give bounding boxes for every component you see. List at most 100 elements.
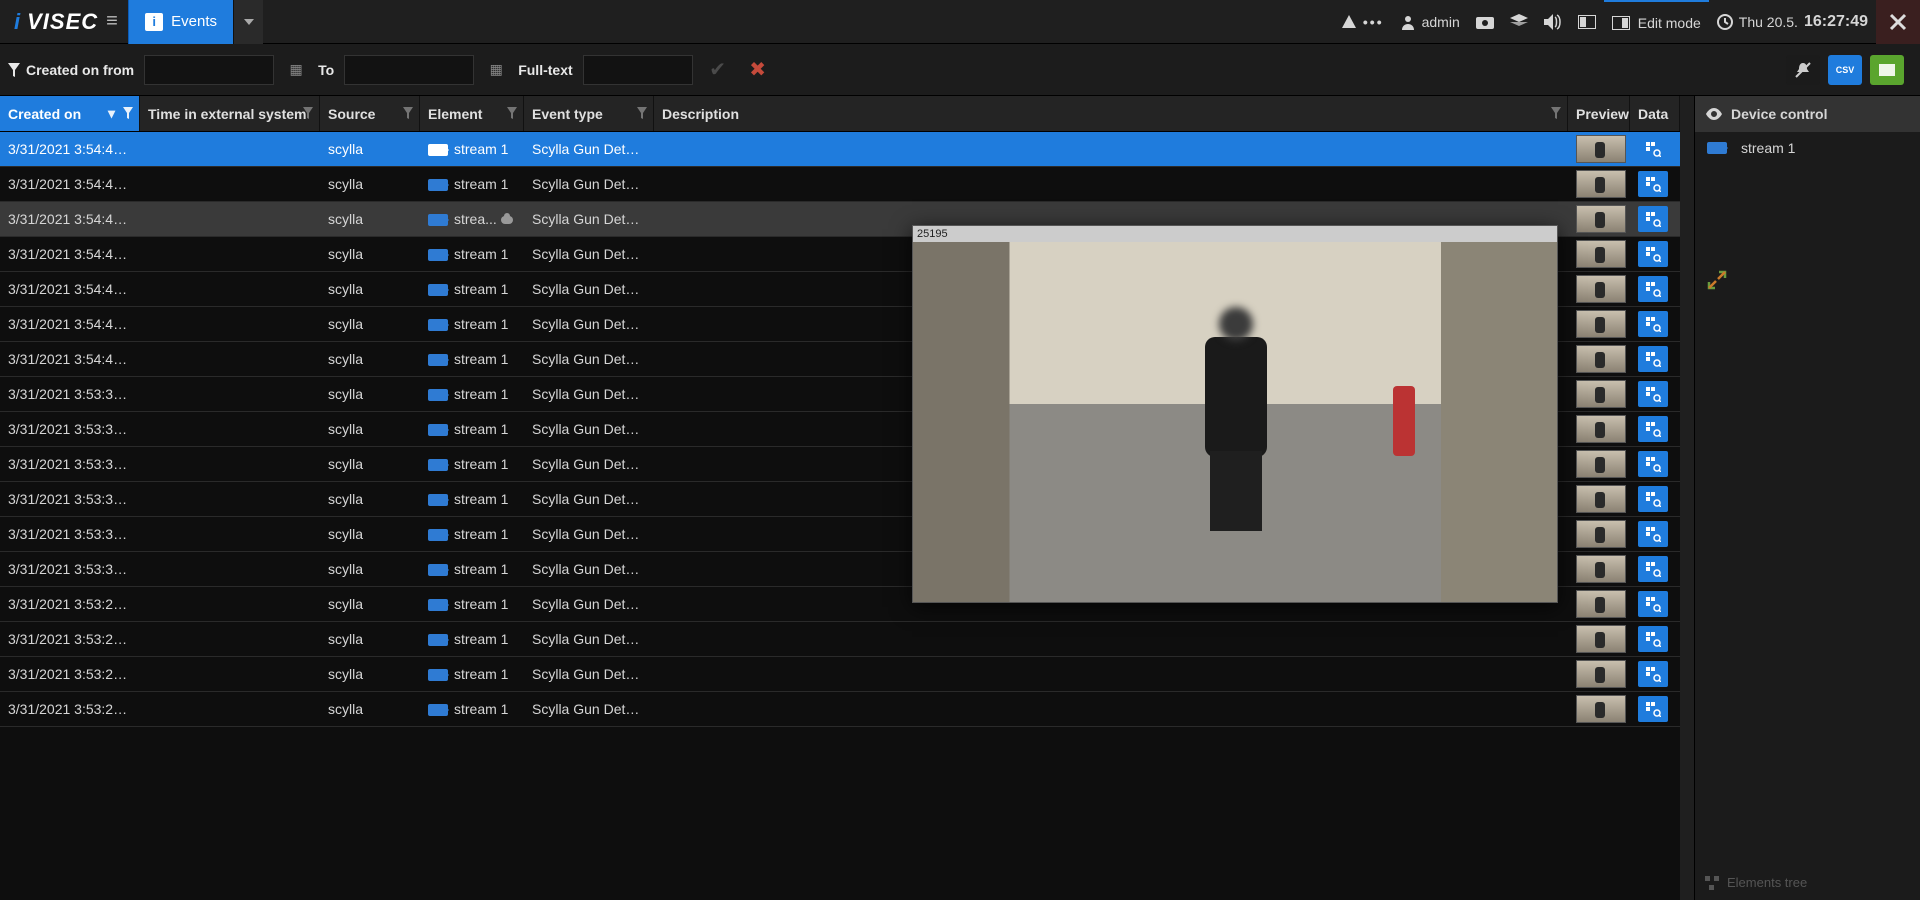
cell-preview[interactable] xyxy=(1568,275,1630,303)
cell-source: scylla xyxy=(320,561,420,577)
filter-icon[interactable] xyxy=(403,106,413,122)
cell-created: 3/31/2021 3:53:31 PM xyxy=(0,491,140,507)
col-created[interactable]: Created on ▾ xyxy=(0,96,140,131)
close-button[interactable] xyxy=(1876,0,1920,44)
data-icon xyxy=(1638,626,1668,652)
cell-event-type: Scylla Gun Detection xyxy=(524,596,654,612)
col-description[interactable]: Description xyxy=(654,96,1568,131)
cell-preview[interactable] xyxy=(1568,345,1630,373)
table-row[interactable]: 3/31/2021 3:53:27 PMscyllastream 1Scylla… xyxy=(0,657,1680,692)
fire-extinguisher xyxy=(1393,386,1415,456)
col-event-type[interactable]: Event type xyxy=(524,96,654,131)
cell-created: 3/31/2021 3:53:25 PM xyxy=(0,701,140,717)
cell-element: stream 1 xyxy=(420,456,524,472)
cell-created: 3/31/2021 3:53:33 PM xyxy=(0,421,140,437)
to-input[interactable] xyxy=(344,55,474,85)
cell-source: scylla xyxy=(320,246,420,262)
snapshot-button[interactable] xyxy=(1468,0,1502,44)
calendar-icon[interactable]: ▦ xyxy=(284,58,308,82)
mute-alarm-button[interactable] xyxy=(1786,55,1820,85)
export-button[interactable] xyxy=(1870,55,1904,85)
cell-data[interactable] xyxy=(1630,556,1680,582)
cell-data[interactable] xyxy=(1630,486,1680,512)
info-icon: i xyxy=(145,13,163,31)
calendar-icon-2[interactable]: ▦ xyxy=(484,58,508,82)
col-time-external[interactable]: Time in external system xyxy=(140,96,320,131)
cell-preview[interactable] xyxy=(1568,590,1630,618)
menu-icon[interactable]: ≡ xyxy=(106,10,128,33)
cell-preview[interactable] xyxy=(1568,450,1630,478)
data-icon xyxy=(1638,311,1668,337)
cell-data[interactable] xyxy=(1630,521,1680,547)
screen-toggle-1[interactable] xyxy=(1570,0,1604,44)
cell-data[interactable] xyxy=(1630,451,1680,477)
cell-data[interactable] xyxy=(1630,346,1680,372)
tab-events[interactable]: i Events xyxy=(128,0,233,44)
table-row[interactable]: 3/31/2021 3:54:47 PMscyllastream 1Scylla… xyxy=(0,167,1680,202)
col-element[interactable]: Element xyxy=(420,96,524,131)
cell-created: 3/31/2021 3:54:45 PM xyxy=(0,351,140,367)
cell-data[interactable] xyxy=(1630,276,1680,302)
cell-data[interactable] xyxy=(1630,206,1680,232)
layers-button[interactable] xyxy=(1502,0,1536,44)
stream-item[interactable]: stream 1 xyxy=(1695,132,1920,164)
cell-source: scylla xyxy=(320,351,420,367)
tab-dropdown[interactable] xyxy=(233,0,263,44)
cell-preview[interactable] xyxy=(1568,695,1630,723)
apply-filter-button[interactable]: ✔ xyxy=(703,55,733,85)
elements-tree[interactable]: Elements tree xyxy=(1695,865,1920,900)
fulltext-input[interactable] xyxy=(583,55,693,85)
cell-data[interactable] xyxy=(1630,241,1680,267)
data-icon xyxy=(1638,416,1668,442)
created-from-input[interactable] xyxy=(144,55,274,85)
cell-data[interactable] xyxy=(1630,416,1680,442)
cell-source: scylla xyxy=(320,316,420,332)
cell-preview[interactable] xyxy=(1568,170,1630,198)
camera-icon xyxy=(428,704,448,716)
cell-preview[interactable] xyxy=(1568,415,1630,443)
preview-popup[interactable]: 25195 xyxy=(912,225,1558,603)
filter-icon[interactable] xyxy=(123,106,133,122)
cell-preview[interactable] xyxy=(1568,240,1630,268)
filter-icon[interactable] xyxy=(507,106,517,122)
cell-preview[interactable] xyxy=(1568,520,1630,548)
cell-data[interactable] xyxy=(1630,661,1680,687)
cell-data[interactable] xyxy=(1630,136,1680,162)
col-source[interactable]: Source xyxy=(320,96,420,131)
volume-button[interactable] xyxy=(1536,0,1570,44)
expand-button[interactable] xyxy=(1695,264,1920,299)
cell-preview[interactable] xyxy=(1568,485,1630,513)
cell-preview[interactable] xyxy=(1568,205,1630,233)
cell-element: stream 1 xyxy=(420,491,524,507)
filter-icon[interactable] xyxy=(637,106,647,122)
cell-data[interactable] xyxy=(1630,696,1680,722)
cell-preview[interactable] xyxy=(1568,135,1630,163)
cell-event-type: Scylla Gun Detection xyxy=(524,666,654,682)
cell-preview[interactable] xyxy=(1568,555,1630,583)
cell-source: scylla xyxy=(320,666,420,682)
cell-preview[interactable] xyxy=(1568,310,1630,338)
table-row[interactable]: 3/31/2021 3:53:28 PMscyllastream 1Scylla… xyxy=(0,622,1680,657)
filter-icon[interactable] xyxy=(303,106,313,122)
screen-toggle-2[interactable] xyxy=(1604,0,1634,44)
cell-data[interactable] xyxy=(1630,381,1680,407)
user-menu[interactable]: admin xyxy=(1392,0,1468,44)
cell-data[interactable] xyxy=(1630,591,1680,617)
cell-data[interactable] xyxy=(1630,311,1680,337)
clear-filter-button[interactable]: ✖ xyxy=(743,55,773,85)
edit-mode-label[interactable]: Edit mode xyxy=(1634,0,1709,44)
cell-preview[interactable] xyxy=(1568,660,1630,688)
thumbnail xyxy=(1576,450,1626,478)
col-preview: Preview xyxy=(1568,96,1630,131)
cell-data[interactable] xyxy=(1630,171,1680,197)
table-row[interactable]: 3/31/2021 3:53:25 PMscyllastream 1Scylla… xyxy=(0,692,1680,727)
filter-icon[interactable] xyxy=(1551,106,1561,122)
cell-preview[interactable] xyxy=(1568,380,1630,408)
table-row[interactable]: 3/31/2021 3:54:47 PMscyllastream 1Scylla… xyxy=(0,132,1680,167)
alerts-button[interactable]: ••• xyxy=(1333,0,1392,44)
cell-preview[interactable] xyxy=(1568,625,1630,653)
cell-data[interactable] xyxy=(1630,626,1680,652)
export-csv-button[interactable]: CSV xyxy=(1828,55,1862,85)
scrollbar[interactable] xyxy=(1680,96,1694,900)
cell-event-type: Scylla Gun Detection xyxy=(524,491,654,507)
